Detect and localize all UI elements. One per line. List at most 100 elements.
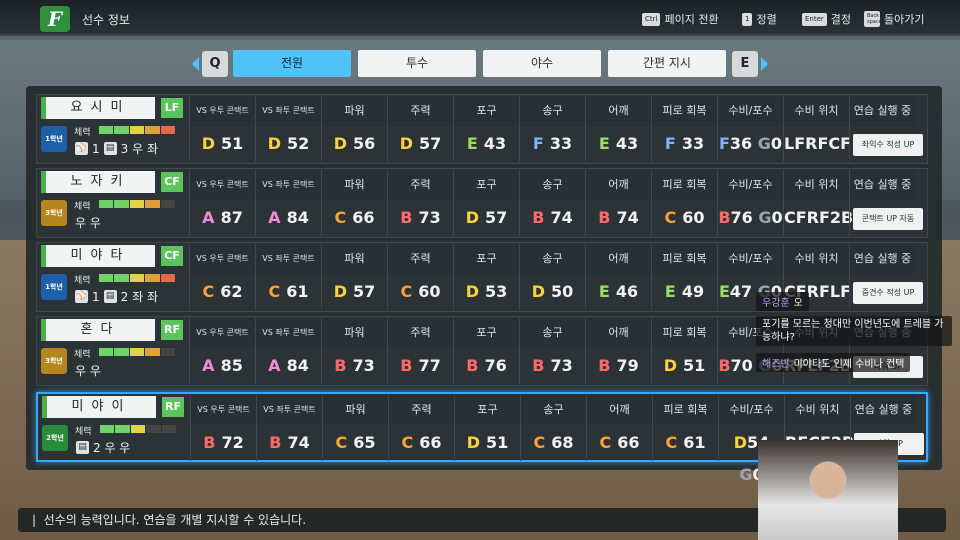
stat-cell: VS 좌투 콘택트 A 84 xyxy=(255,170,321,236)
column-header: VS 우투 콘택트 xyxy=(191,395,256,425)
stamina-segment xyxy=(145,126,160,134)
stamina-bar xyxy=(99,126,176,134)
column-header: 송구 xyxy=(521,395,586,425)
stat-value: D 52 xyxy=(256,128,321,160)
column-header: 수비/포수 xyxy=(718,170,783,200)
column-header: 어깨 xyxy=(586,170,651,200)
stat-grade: C xyxy=(401,433,414,452)
catcher-grade: G xyxy=(757,134,771,153)
player-info: ⚾ 1 ▤ 3 우 좌 xyxy=(75,140,158,157)
defense-number: 47 xyxy=(729,282,753,301)
hint-page-switch[interactable]: Ctrl 페이지 전환 xyxy=(642,11,719,27)
stat-value: E 43 xyxy=(586,128,651,160)
stat-cell: VS 우투 콘택트 B 72 xyxy=(190,395,256,461)
footer-text: 선수의 능력입니다. 연습을 개별 지시할 수 있습니다. xyxy=(43,513,307,527)
column-header: 파워 xyxy=(322,244,387,274)
player-position-badge: CF xyxy=(161,246,183,266)
tab-next-key[interactable]: E xyxy=(732,51,758,77)
stat-cell: 포구 D 53 xyxy=(453,244,519,310)
stamina-segment xyxy=(146,425,161,433)
tab-fielders[interactable]: 야수 xyxy=(483,50,601,77)
stat-cell: 포구 D 51 xyxy=(454,395,520,461)
stat-number: 60 xyxy=(418,282,441,301)
throw-bat-hand: 3 우 좌 xyxy=(120,142,158,156)
tab-right-arrow-icon[interactable] xyxy=(761,57,768,71)
hint-confirm[interactable]: Enter 결정 xyxy=(802,11,851,27)
player-position-badge: CF xyxy=(161,172,183,192)
player-name: 혼다 xyxy=(41,319,155,341)
column-header: 수비/포수 xyxy=(718,244,783,274)
stat-cell: VS 좌투 콘택트 C 61 xyxy=(255,244,321,310)
stat-grade: B xyxy=(532,356,545,375)
catcher-number: 0 xyxy=(771,208,783,227)
stat-cell: VS 우투 콘택트 D 51 xyxy=(189,96,255,162)
stat-cell: 송구 B 74 xyxy=(519,170,585,236)
stat-value: B 79 xyxy=(586,350,651,382)
stat-number: 56 xyxy=(353,134,376,153)
stat-cell: 어깨 E 46 xyxy=(585,244,651,310)
stat-grade: B xyxy=(598,208,611,227)
player-row[interactable]: 노자키 CF 3학년 체력 우 우 VS 우투 콘택트 A 87 VS 좌투 콘택… xyxy=(36,168,928,238)
stamina-label: 체력 xyxy=(74,128,91,138)
column-header: VS 우투 콘택트 xyxy=(190,318,255,348)
player-row[interactable]: 요시미 LF 1학년 체력 ⚾ 1 ▤ 3 우 좌 VS 우투 콘택트 D 51 V… xyxy=(36,94,928,164)
tab-pitchers[interactable]: 투수 xyxy=(358,50,476,77)
stat-cell: 피로 회복 E 49 xyxy=(651,244,717,310)
stat-grade: C xyxy=(268,282,281,301)
stat-cell: 송구 C 68 xyxy=(520,395,586,461)
stat-value: A 84 xyxy=(256,202,321,234)
grade-badge: 3학년 xyxy=(41,200,67,226)
player-info: 우 우 xyxy=(75,362,101,379)
column-header: VS 좌투 콘택트 xyxy=(257,395,322,425)
player-name: 노자키 xyxy=(41,171,155,193)
stat-grade: D xyxy=(399,134,413,153)
stamina-segment xyxy=(129,348,145,356)
chat-nick: 우강훈 xyxy=(762,298,790,309)
stat-cell: 송구 F 33 xyxy=(519,96,585,162)
stat-cell: VS 우투 콘택트 A 85 xyxy=(189,318,255,384)
stat-number: 74 xyxy=(616,208,639,227)
stamina-label: 체력 xyxy=(75,427,92,437)
game-logo: F xyxy=(40,6,70,32)
column-header: VS 우투 콘택트 xyxy=(190,96,255,126)
player-card: 요시미 LF 1학년 체력 ⚾ 1 ▤ 3 우 좌 xyxy=(41,97,185,161)
stat-grade: D xyxy=(663,356,677,375)
stat-cell: 연습 실행 중 좌익수 적성 UP xyxy=(849,96,923,162)
practice-button[interactable]: 콘택트 UP 자동 xyxy=(853,208,923,230)
stat-cell: 포구 B 76 xyxy=(453,318,519,384)
hint-sort[interactable]: 1 정렬 xyxy=(742,11,777,27)
practice-button[interactable]: 좌익수 적성 UP xyxy=(853,134,923,156)
tab-all[interactable]: 전원 xyxy=(233,50,351,77)
practice-button[interactable]: 중견수 적성 UP xyxy=(853,282,923,304)
stamina-segment xyxy=(114,126,129,134)
stat-grade: B xyxy=(334,356,347,375)
player-card: 미야이 RF 2학년 체력 ▤ 2 우 우 xyxy=(42,396,186,460)
stat-grade: D xyxy=(465,282,479,301)
stat-value: C 60 xyxy=(652,202,717,234)
defense-grade: B xyxy=(718,208,731,227)
catcher-number: 0 xyxy=(770,134,783,153)
stat-value: C 66 xyxy=(587,427,652,459)
tab-quick-orders[interactable]: 간편 지시 xyxy=(608,50,726,77)
stat-grade: D xyxy=(201,134,215,153)
throw-bat-hand: 우 우 xyxy=(75,364,101,378)
tab-left-arrow-icon[interactable] xyxy=(192,57,199,71)
hint-back[interactable]: Back space 돌아가기 xyxy=(864,11,924,27)
column-header: 어깨 xyxy=(586,96,651,126)
stat-cell: 파워 C 65 xyxy=(322,395,388,461)
stat-grade: C xyxy=(335,433,348,452)
stat-number: 66 xyxy=(352,208,375,227)
category-tabs: Q 전원 투수 야수 간편 지시 E xyxy=(192,50,770,78)
tab-prev-key[interactable]: Q xyxy=(202,51,228,77)
stat-value: B 73 xyxy=(322,350,387,382)
bat-icon: ⚾ xyxy=(75,142,88,155)
column-header: 주력 xyxy=(388,318,453,348)
stat-grade: B xyxy=(400,356,413,375)
book-icon: ▤ xyxy=(103,142,117,155)
player-info: ⚾ 1 ▤ 2 좌 좌 xyxy=(75,288,158,305)
stat-value: D 57 xyxy=(454,202,519,234)
column-header: 연습 실행 중 xyxy=(850,170,915,200)
stat-cell: 어깨 C 66 xyxy=(586,395,652,461)
stat-number: 84 xyxy=(286,356,309,375)
stat-number: 51 xyxy=(683,356,706,375)
